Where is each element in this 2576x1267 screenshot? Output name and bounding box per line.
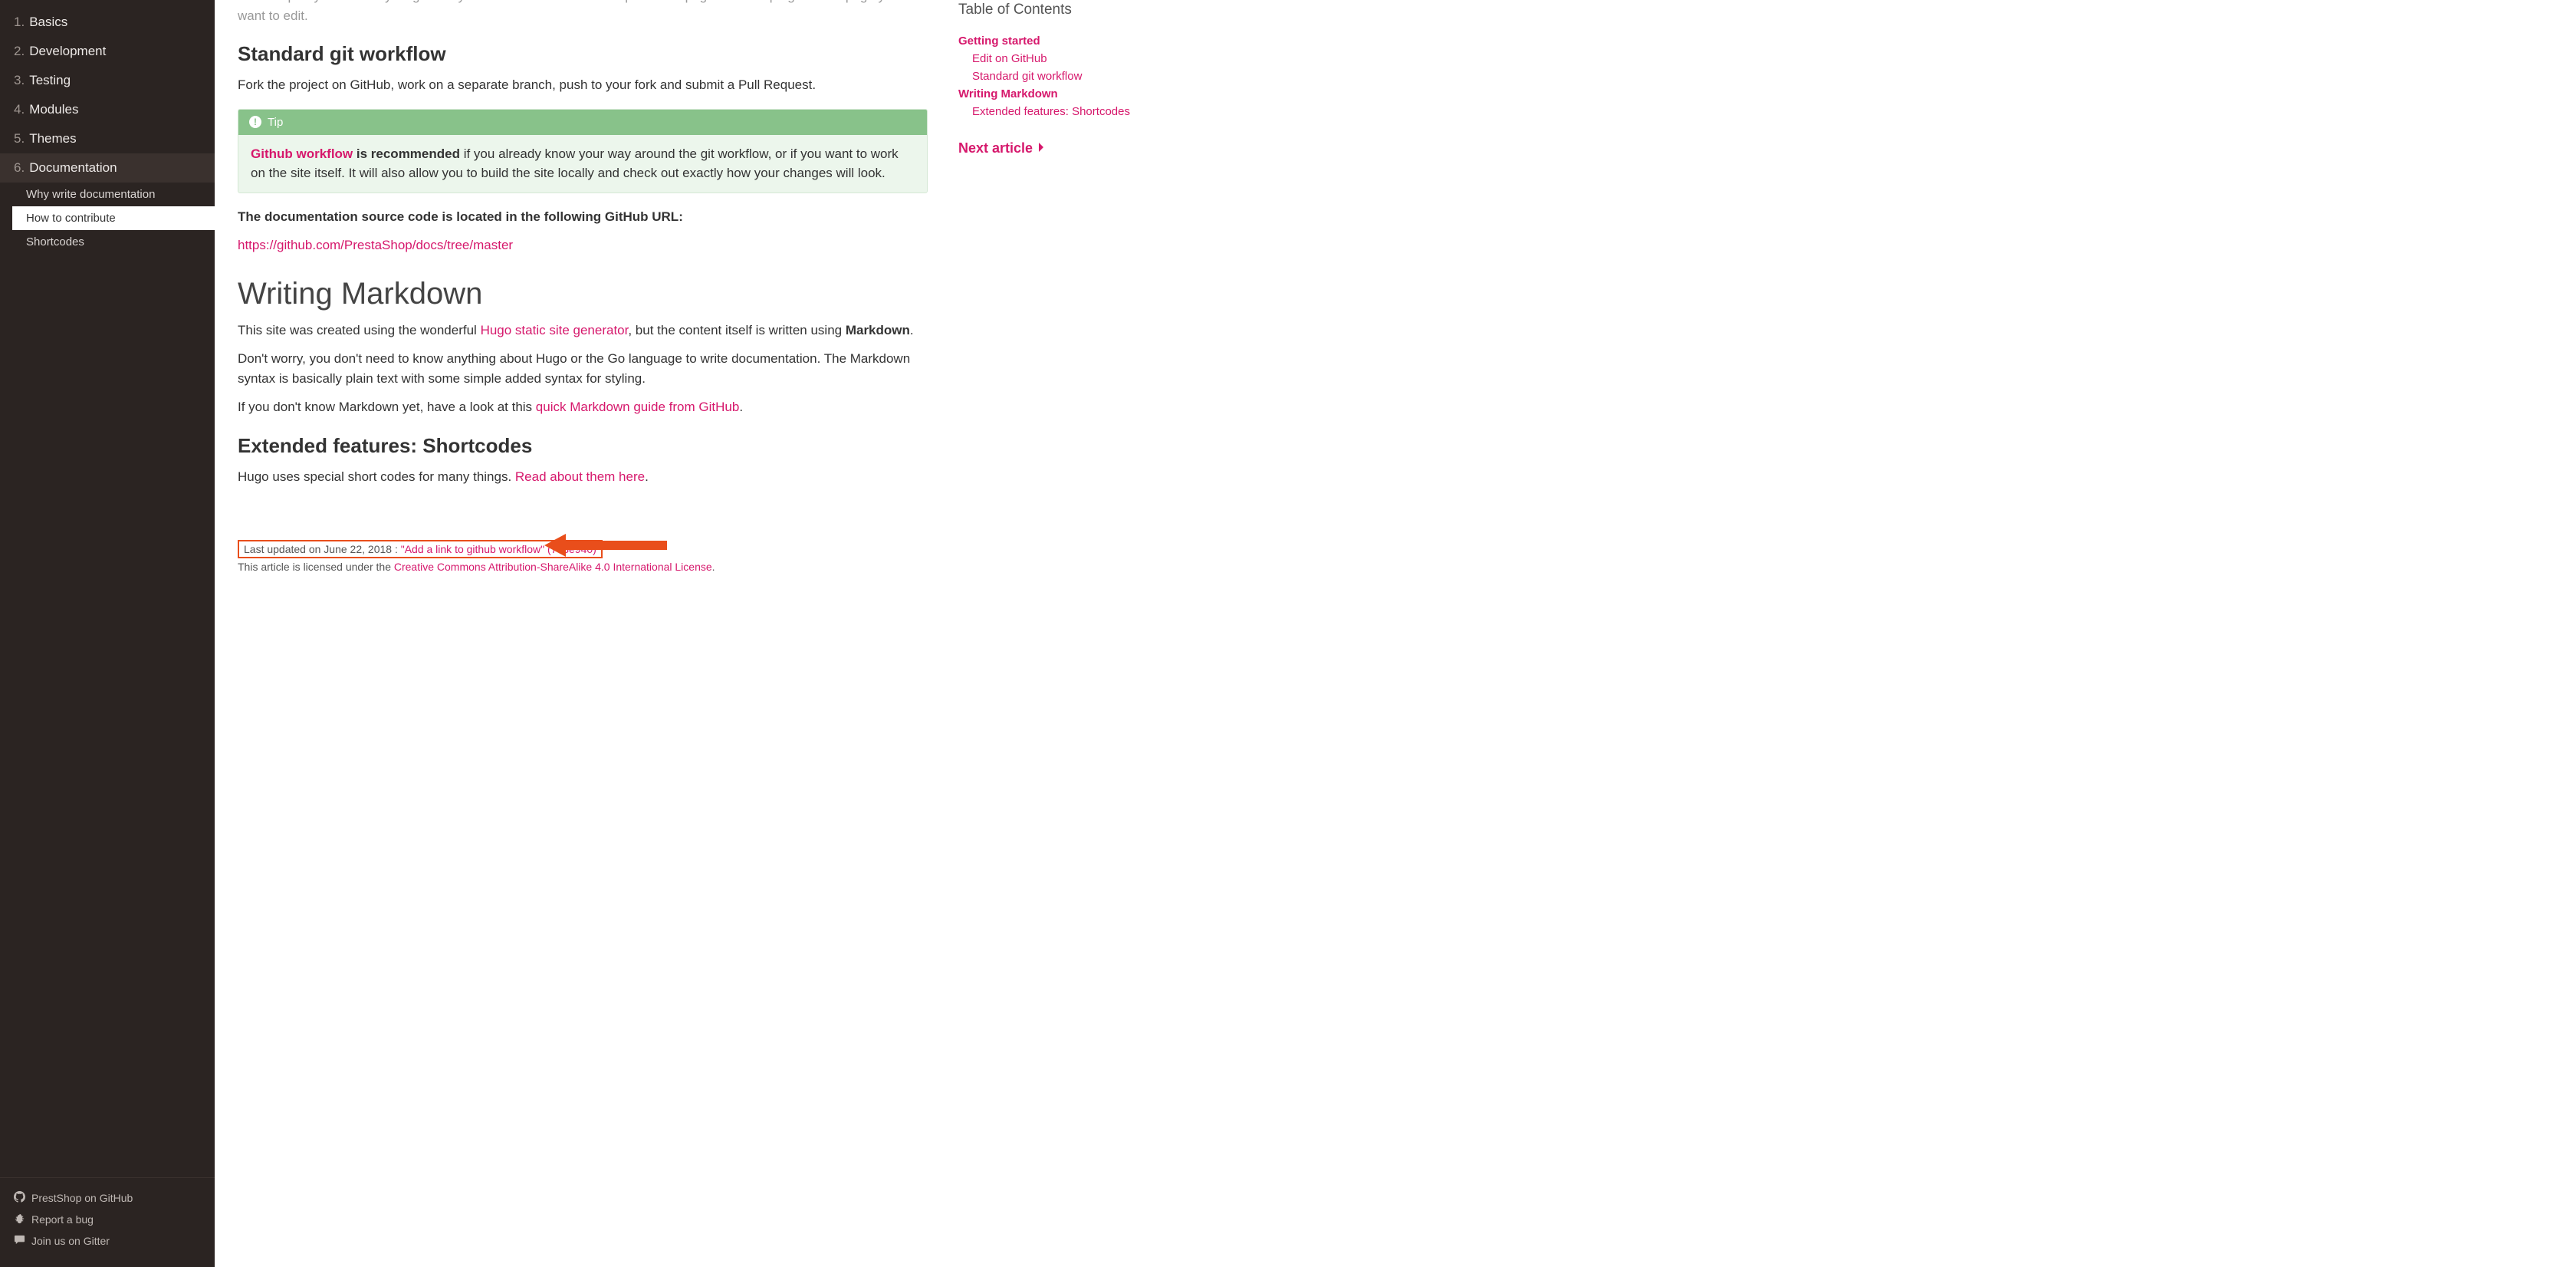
paragraph-shortcodes: Hugo uses special short codes for many t… — [238, 467, 928, 487]
paragraph-dont-worry: Don't worry, you don't need to know anyt… — [238, 349, 928, 388]
sidebar-item-documentation[interactable]: 6. Documentation — [0, 153, 215, 183]
markdown-guide-link[interactable]: quick Markdown guide from GitHub — [536, 400, 740, 414]
github-icon — [14, 1191, 25, 1205]
read-shortcodes-link[interactable]: Read about them here — [515, 469, 645, 484]
footer-link-label: PrestShop on GitHub — [31, 1192, 133, 1204]
sidebar-subitem-contribute[interactable]: How to contribute — [12, 206, 215, 230]
tip-label: Tip — [268, 116, 283, 129]
last-updated-box: Last updated on June 22, 2018 : "Add a l… — [238, 540, 603, 558]
nav-label: Development — [29, 44, 106, 59]
toc-link-standard-git[interactable]: Standard git workflow — [958, 67, 1162, 85]
last-commit-link[interactable]: "Add a link to github workflow" (753e940… — [401, 543, 596, 555]
footer-link-label: Report a bug — [31, 1213, 94, 1226]
sidebar-footer: PrestShop on GitHub Report a bug Join us… — [0, 1177, 215, 1267]
article-content: You can pretty much everything directly … — [215, 0, 951, 1267]
license-suffix: . — [712, 561, 715, 573]
paragraph-hugo: This site was created using the wonderfu… — [238, 321, 928, 341]
toc-link-writing-markdown[interactable]: Writing Markdown — [958, 85, 1162, 103]
paragraph-source-location: The documentation source code is located… — [238, 207, 928, 227]
text-span: . — [739, 400, 743, 414]
sidebar-nav: 1. Basics 2. Development 3. Testing 4. M… — [0, 0, 215, 254]
sidebar-item-development[interactable]: 2. Development — [0, 37, 215, 66]
nav-num: 6. — [14, 160, 25, 176]
sidebar-subitem-why[interactable]: Why write documentation — [12, 183, 215, 206]
markdown-bold: Markdown — [846, 323, 910, 337]
next-article-link[interactable]: Next article — [958, 140, 1162, 156]
footer-link-github[interactable]: PrestShop on GitHub — [0, 1187, 215, 1209]
tip-callout: ! Tip Github workflow is recommended if … — [238, 109, 928, 193]
nav-num: 1. — [14, 15, 25, 30]
bug-icon — [14, 1213, 25, 1226]
paragraph-fork: Fork the project on GitHub, work on a se… — [238, 75, 928, 95]
github-workflow-link[interactable]: Github workflow — [251, 146, 353, 161]
license-link[interactable]: Creative Commons Attribution-ShareAlike … — [394, 561, 712, 573]
text-span: Hugo uses special short codes for many t… — [238, 469, 515, 484]
tip-callout-head: ! Tip — [238, 110, 927, 135]
license-prefix: This article is licensed under the — [238, 561, 394, 573]
toc-link-edit-github[interactable]: Edit on GitHub — [958, 50, 1162, 67]
hugo-link[interactable]: Hugo static site generator — [481, 323, 629, 337]
sidebar-item-themes[interactable]: 5. Themes — [0, 124, 215, 153]
article-footer-meta: Last updated on June 22, 2018 : "Add a l… — [238, 540, 928, 573]
heading-extended-features: Extended features: Shortcodes — [238, 434, 928, 458]
nav-label: Documentation — [29, 160, 117, 176]
docs-repo-link[interactable]: https://github.com/PrestaShop/docs/tree/… — [238, 238, 513, 252]
truncated-paragraph: You can pretty much everything directly … — [238, 0, 928, 25]
paragraph-md-guide: If you don't know Markdown yet, have a l… — [238, 397, 928, 417]
nav-num: 3. — [14, 73, 25, 88]
footer-link-gitter[interactable]: Join us on Gitter — [0, 1230, 215, 1252]
license-line: This article is licensed under the Creat… — [238, 561, 928, 573]
text-span: . — [910, 323, 914, 337]
nav-num: 5. — [14, 131, 25, 146]
table-of-contents: Table of Contents Getting started Edit o… — [951, 0, 1181, 1267]
chat-icon — [14, 1234, 25, 1248]
sidebar-subitem-shortcodes[interactable]: Shortcodes — [12, 230, 215, 254]
sidebar-subnav: Why write documentation How to contribut… — [0, 183, 215, 254]
text-span: This site was created using the wonderfu… — [238, 323, 481, 337]
tip-bold: is recommended — [353, 146, 460, 161]
nav-label: Modules — [29, 102, 78, 117]
chevron-right-icon — [1037, 140, 1045, 156]
nav-label: Themes — [29, 131, 76, 146]
toc-link-extended[interactable]: Extended features: Shortcodes — [958, 103, 1162, 120]
footer-link-label: Join us on Gitter — [31, 1235, 110, 1247]
updated-prefix: Last updated on June 22, 2018 : — [244, 543, 401, 555]
info-icon: ! — [249, 116, 261, 128]
text-span: . — [645, 469, 649, 484]
tip-callout-body: Github workflow is recommended if you al… — [238, 135, 927, 193]
sidebar: 1. Basics 2. Development 3. Testing 4. M… — [0, 0, 215, 1267]
heading-writing-markdown: Writing Markdown — [238, 277, 928, 311]
nav-num: 4. — [14, 102, 25, 117]
next-article-label: Next article — [958, 140, 1033, 156]
toc-link-getting-started[interactable]: Getting started — [958, 32, 1162, 50]
text-span: , but the content itself is written usin… — [628, 323, 845, 337]
source-url-paragraph: https://github.com/PrestaShop/docs/tree/… — [238, 235, 928, 255]
footer-link-bug[interactable]: Report a bug — [0, 1209, 215, 1230]
source-location-bold: The documentation source code is located… — [238, 209, 683, 224]
text-span: If you don't know Markdown yet, have a l… — [238, 400, 536, 414]
sidebar-item-testing[interactable]: 3. Testing — [0, 66, 215, 95]
toc-title: Table of Contents — [958, 2, 1162, 18]
nav-num: 2. — [14, 44, 25, 59]
nav-label: Testing — [29, 73, 71, 88]
nav-label: Basics — [29, 15, 67, 30]
sidebar-item-modules[interactable]: 4. Modules — [0, 95, 215, 124]
sidebar-item-basics[interactable]: 1. Basics — [0, 8, 215, 37]
heading-standard-git: Standard git workflow — [238, 42, 928, 66]
